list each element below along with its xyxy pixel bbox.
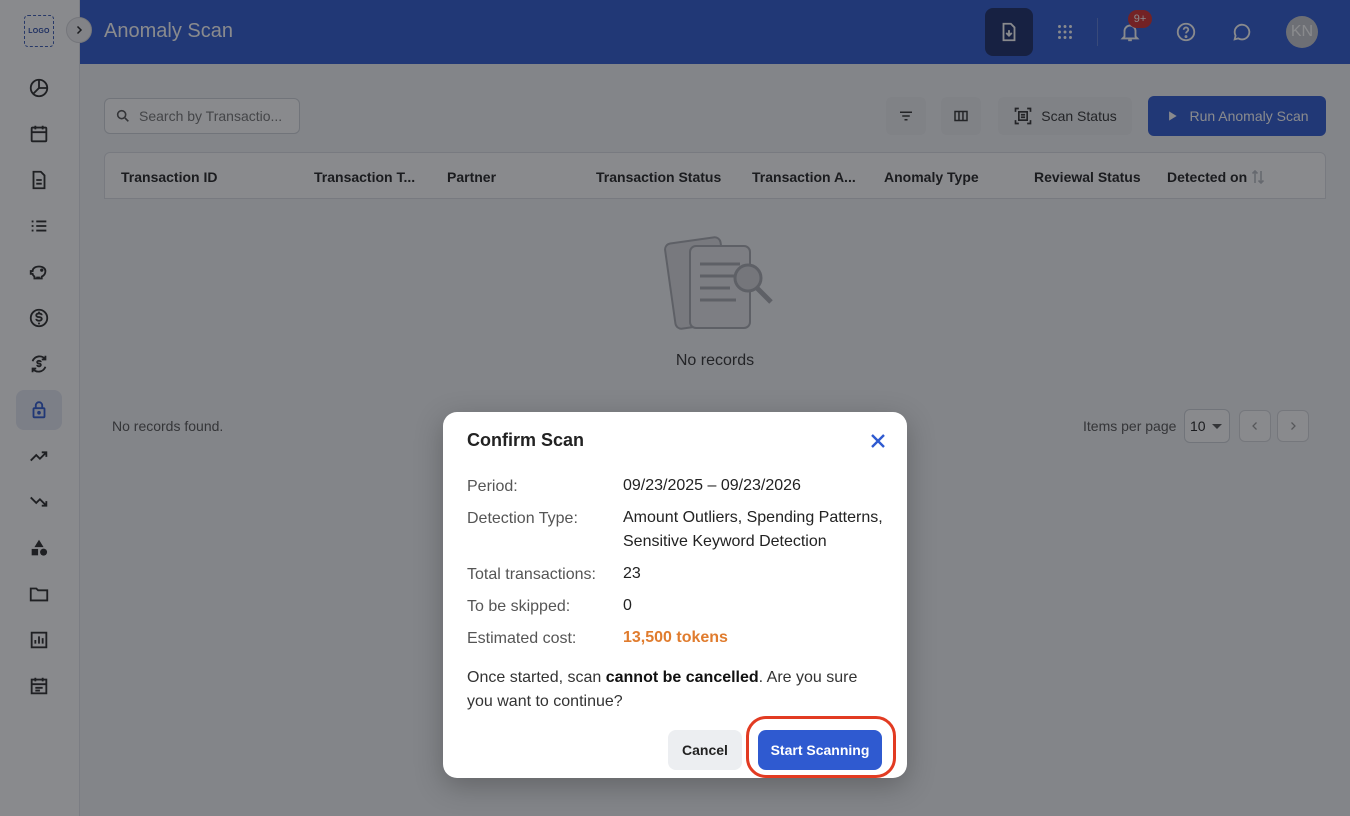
confirmation-emphasis: cannot be cancelled [605, 669, 759, 686]
skipped-label: To be skipped: [467, 598, 571, 615]
detection-type-value-line2: Sensitive Keyword Detection [623, 533, 827, 550]
dialog-title: Confirm Scan [467, 430, 585, 450]
detection-type-value-line1: Amount Outliers, Spending Patterns, [623, 509, 883, 526]
confirm-scan-dialog: Confirm Scan Period: 09/23/2025 – 09/23/… [443, 412, 907, 778]
confirmation-prefix: Once started, scan [467, 669, 606, 686]
total-transactions-value: 23 [623, 565, 641, 582]
estimated-cost-label: Estimated cost: [467, 630, 577, 647]
detection-type-label: Detection Type: [467, 510, 578, 527]
period-label: Period: [467, 478, 518, 495]
close-button[interactable] [867, 430, 889, 452]
close-icon [871, 434, 885, 448]
cancel-button[interactable]: Cancel [668, 730, 742, 770]
skipped-value: 0 [623, 597, 632, 614]
period-value: 09/23/2025 – 09/23/2026 [623, 477, 801, 494]
estimated-cost-value: 13,500 tokens [623, 629, 728, 646]
confirmation-message: Once started, scan cannot be cancelled. … [467, 666, 887, 714]
total-transactions-label: Total transactions: [467, 566, 596, 583]
start-scanning-button[interactable]: Start Scanning [758, 730, 882, 770]
